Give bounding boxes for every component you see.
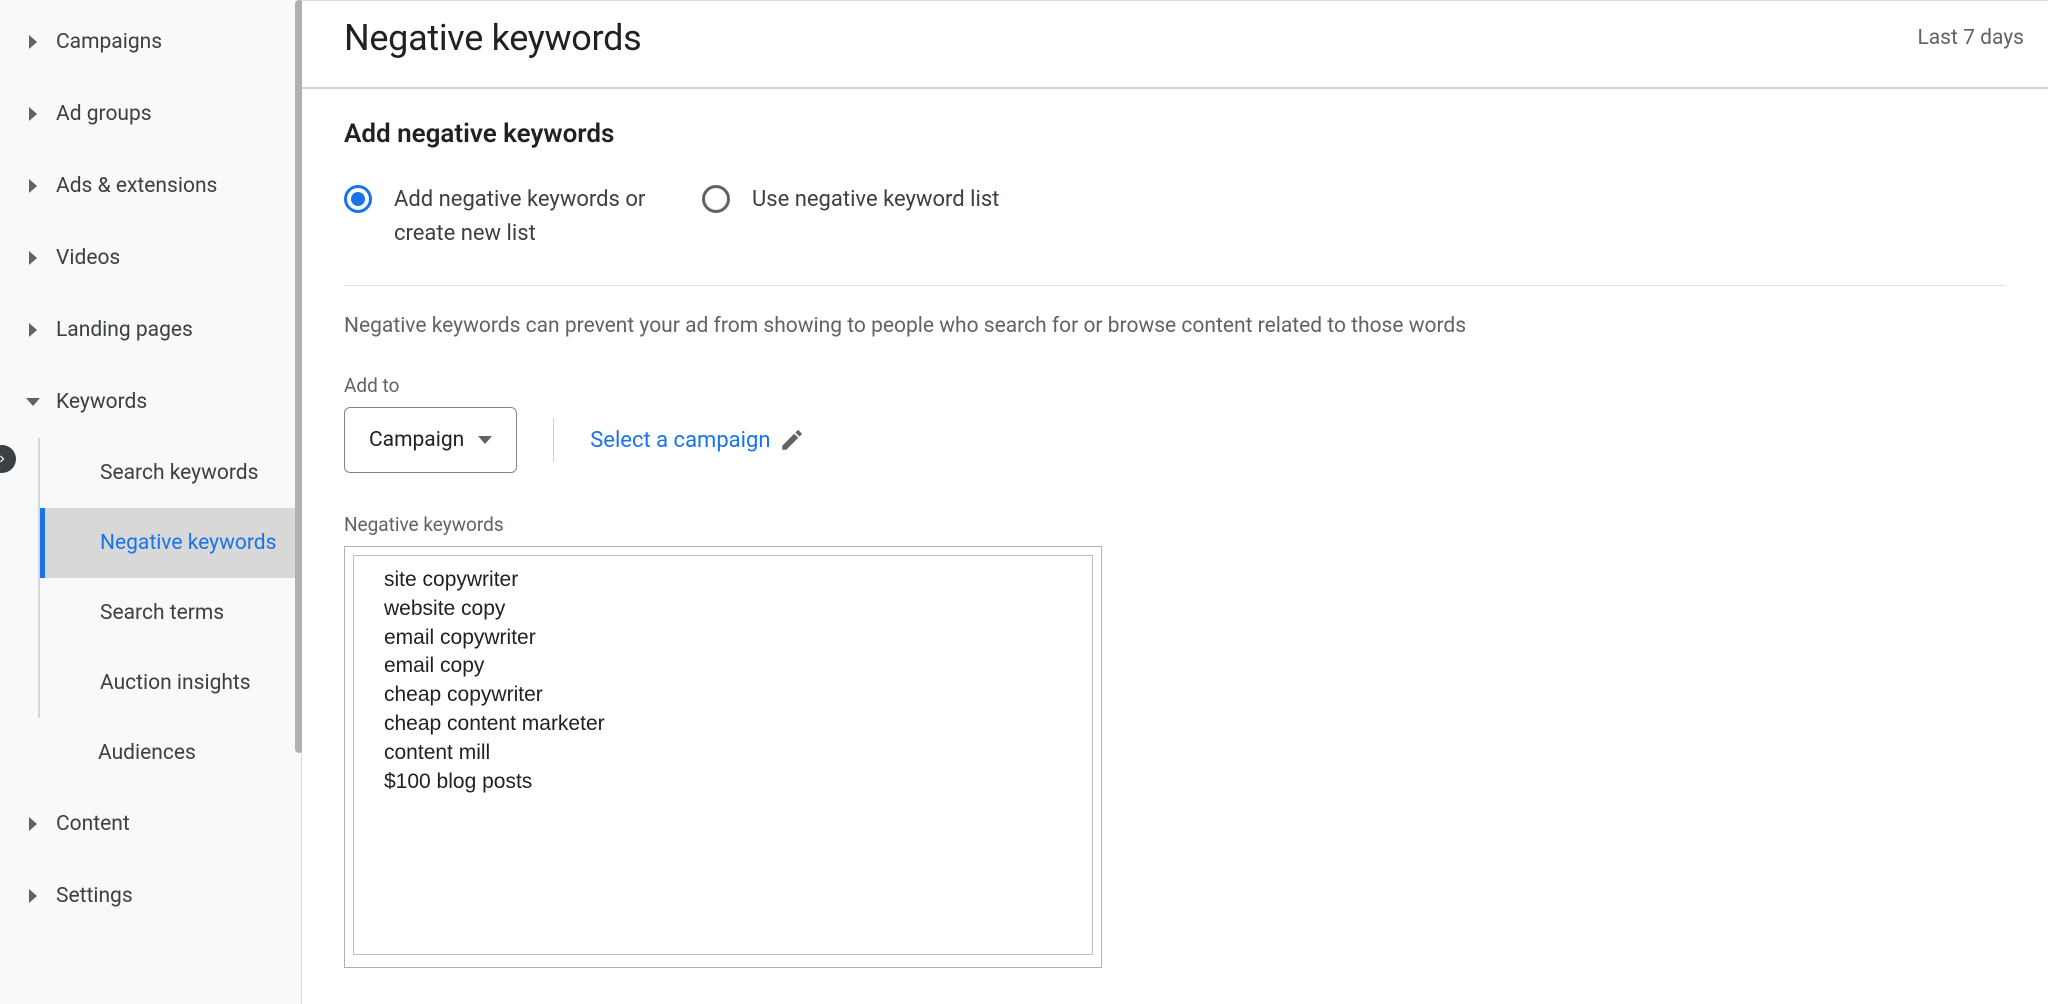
page-header: Negative keywords Last 7 days: [302, 1, 2048, 89]
page-title: Negative keywords: [344, 17, 641, 59]
chevron-down-icon: [478, 436, 492, 444]
chevron-down-icon: [26, 398, 40, 406]
sidebar-item-label: Content: [56, 812, 130, 836]
radio-selected-icon: [344, 185, 372, 213]
chevron-right-icon: [29, 817, 37, 831]
sidebar-item-label: Settings: [56, 884, 133, 908]
chevron-right-icon: [29, 251, 37, 265]
sidebar-subitem-audiences[interactable]: Audiences: [38, 718, 301, 788]
sidebar-item-label: Videos: [56, 246, 120, 270]
section-title: Add negative keywords: [344, 119, 2006, 149]
sidebar-item-label: Campaigns: [56, 30, 162, 54]
sidebar-item-landing-pages[interactable]: Landing pages: [0, 294, 301, 366]
sidebar-item-content[interactable]: Content: [0, 788, 301, 860]
sidebar-subitem-auction-insights[interactable]: Auction insights: [40, 648, 301, 718]
date-range-picker[interactable]: Last 7 days: [1917, 26, 2024, 50]
radio-option-use-list[interactable]: Use negative keyword list: [702, 183, 999, 251]
radio-option-add-new[interactable]: Add negative keywords or create new list: [344, 183, 674, 251]
sidebar-item-label: Keywords: [56, 390, 147, 414]
add-to-value: Campaign: [369, 428, 464, 452]
add-to-dropdown[interactable]: Campaign: [344, 407, 517, 473]
sidebar-item-label: Audiences: [98, 741, 196, 765]
sidebar-item-label: Ad groups: [56, 102, 152, 126]
sidebar: Campaigns Ad groups Ads & extensions Vid…: [0, 0, 302, 1004]
sidebar-subitem-negative-keywords[interactable]: Negative keywords: [40, 508, 301, 578]
sidebar-item-label: Negative keywords: [100, 531, 276, 555]
chevron-right-icon: [29, 35, 37, 49]
sidebar-item-settings[interactable]: Settings: [0, 860, 301, 932]
radio-unselected-icon: [702, 185, 730, 213]
sidebar-subitem-search-keywords[interactable]: Search keywords: [40, 438, 301, 508]
sidebar-subitem-search-terms[interactable]: Search terms: [40, 578, 301, 648]
sidebar-item-campaigns[interactable]: Campaigns: [0, 6, 301, 78]
select-campaign-label: Select a campaign: [590, 428, 770, 453]
sidebar-item-ads-extensions[interactable]: Ads & extensions: [0, 150, 301, 222]
sidebar-item-label: Search keywords: [100, 461, 258, 485]
sidebar-item-label: Landing pages: [56, 318, 193, 342]
sidebar-item-videos[interactable]: Videos: [0, 222, 301, 294]
sidebar-item-label: Ads & extensions: [56, 174, 217, 198]
add-to-label: Add to: [344, 374, 2006, 397]
radio-label: Use negative keyword list: [752, 183, 999, 217]
radio-group-add-mode: Add negative keywords or create new list…: [344, 183, 2006, 286]
negative-keywords-label: Negative keywords: [344, 513, 2006, 536]
radio-label: Add negative keywords or create new list: [394, 183, 674, 251]
negative-keywords-wrapper: [344, 546, 1102, 968]
chevron-right-icon: [29, 889, 37, 903]
helper-text: Negative keywords can prevent your ad fr…: [344, 314, 2006, 338]
select-campaign-link[interactable]: Select a campaign: [590, 427, 804, 453]
divider: [553, 418, 554, 462]
drawer-expand-button[interactable]: [0, 445, 16, 473]
sidebar-item-keywords[interactable]: Keywords: [0, 366, 301, 438]
main-content: Negative keywords Last 7 days Add negati…: [302, 0, 2048, 1004]
chevron-right-icon: [29, 323, 37, 337]
pencil-icon: [779, 427, 805, 453]
chevron-right-icon: [29, 179, 37, 193]
sidebar-item-label: Search terms: [100, 601, 224, 625]
sidebar-item-label: Auction insights: [100, 671, 251, 695]
negative-keywords-textarea[interactable]: [353, 555, 1093, 955]
chevron-right-icon: [29, 107, 37, 121]
sidebar-item-ad-groups[interactable]: Ad groups: [0, 78, 301, 150]
